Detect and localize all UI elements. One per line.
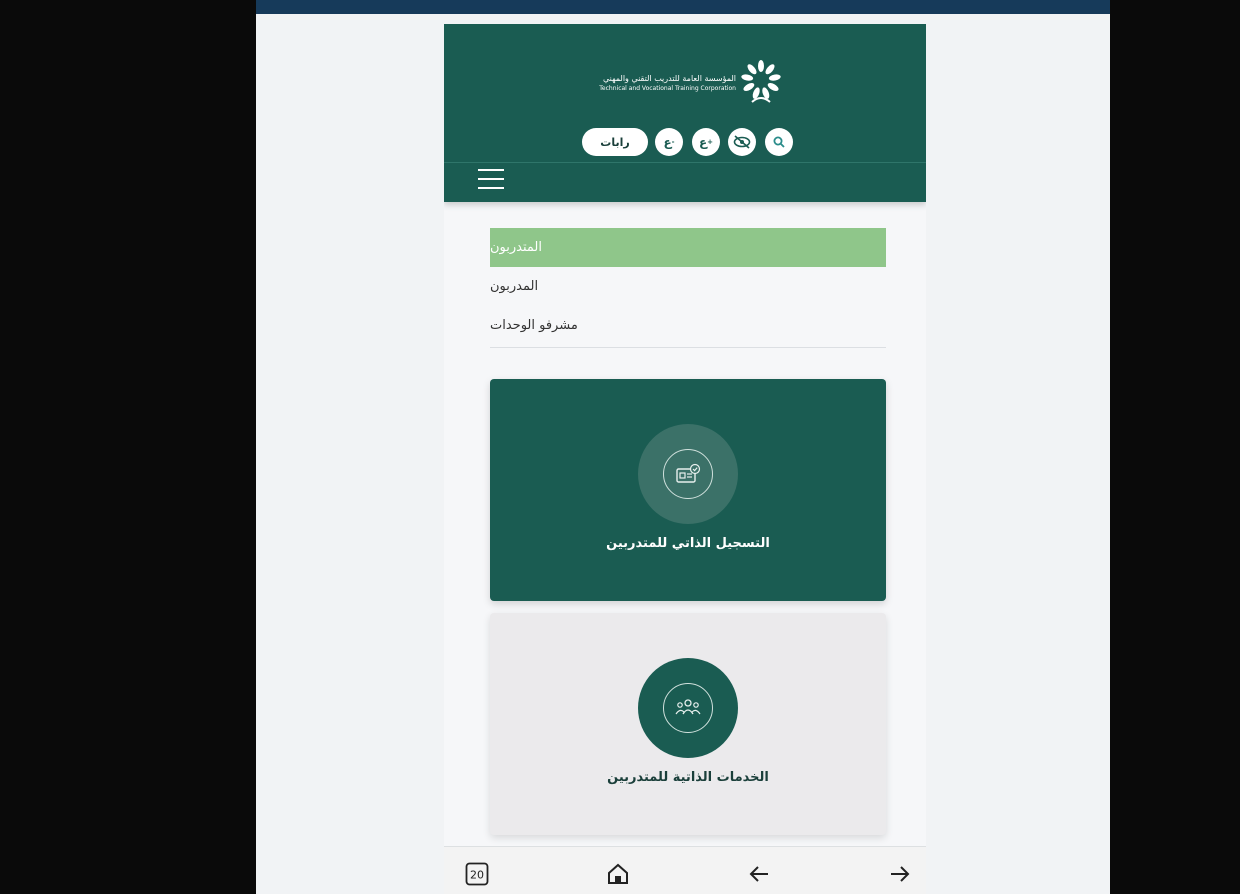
nav-item-trainers[interactable]: المدربون [490, 267, 886, 306]
nav-item-trainees[interactable]: المتدربون [490, 228, 886, 267]
trainee-nav: المتدربون المدربون مشرفو الوحدات [490, 228, 886, 348]
logo-text: المؤسسة العامة للتدريب التقني والمهني Te… [599, 74, 736, 92]
eye-slash-icon[interactable] [728, 128, 756, 156]
status-strip [256, 0, 1110, 14]
self-registration-card[interactable]: التسجيل الذاتي للمتدربين [490, 379, 886, 601]
site-header: المؤسسة العامة للتدريب التقني والمهني Te… [444, 24, 926, 202]
tabs-count: 20 [470, 869, 484, 882]
font-increase-icon[interactable]: ع + [692, 128, 720, 156]
self-registration-label: التسجيل الذاتي للمتدربين [606, 536, 770, 551]
forward-arrow-icon[interactable] [887, 861, 913, 887]
logo-english-name: Technical and Vocational Training Corpor… [599, 85, 736, 92]
accessibility-toolbar: رابات ع- ع + [582, 128, 794, 156]
home-icon[interactable] [605, 861, 631, 887]
back-arrow-icon[interactable] [746, 861, 772, 887]
people-group-icon [663, 683, 713, 733]
self-services-card[interactable]: الخدمات الذاتية للمتدربين [490, 613, 886, 835]
browser-screen: المؤسسة العامة للتدريب التقني والمهني Te… [256, 0, 1110, 894]
card-icon-circle [638, 658, 738, 758]
tvtc-logo[interactable]: المؤسسة العامة للتدريب التقني والمهني Te… [594, 58, 784, 108]
logo-arabic-name: المؤسسة العامة للتدريب التقني والمهني [602, 74, 736, 83]
font-increase-glyph: ع [698, 135, 708, 149]
font-decrease-glyph: ع [663, 135, 672, 149]
browser-bottom-bar: 20 [444, 846, 926, 894]
id-card-check-icon [663, 449, 713, 499]
search-icon[interactable] [765, 128, 793, 156]
logo-emblem-icon [741, 60, 781, 103]
nav-divider [490, 347, 886, 348]
links-button[interactable]: رابات [582, 128, 648, 156]
hamburger-menu-icon[interactable] [476, 166, 506, 194]
nav-item-unit-supervisors[interactable]: مشرفو الوحدات [490, 306, 886, 345]
header-divider [444, 162, 926, 163]
web-page: المؤسسة العامة للتدريب التقني والمهني Te… [444, 24, 926, 846]
font-decrease-icon[interactable]: ع- [655, 128, 683, 156]
self-services-label: الخدمات الذاتية للمتدربين [607, 770, 769, 785]
tabs-icon[interactable]: 20 [464, 861, 490, 887]
card-icon-circle [638, 424, 738, 524]
